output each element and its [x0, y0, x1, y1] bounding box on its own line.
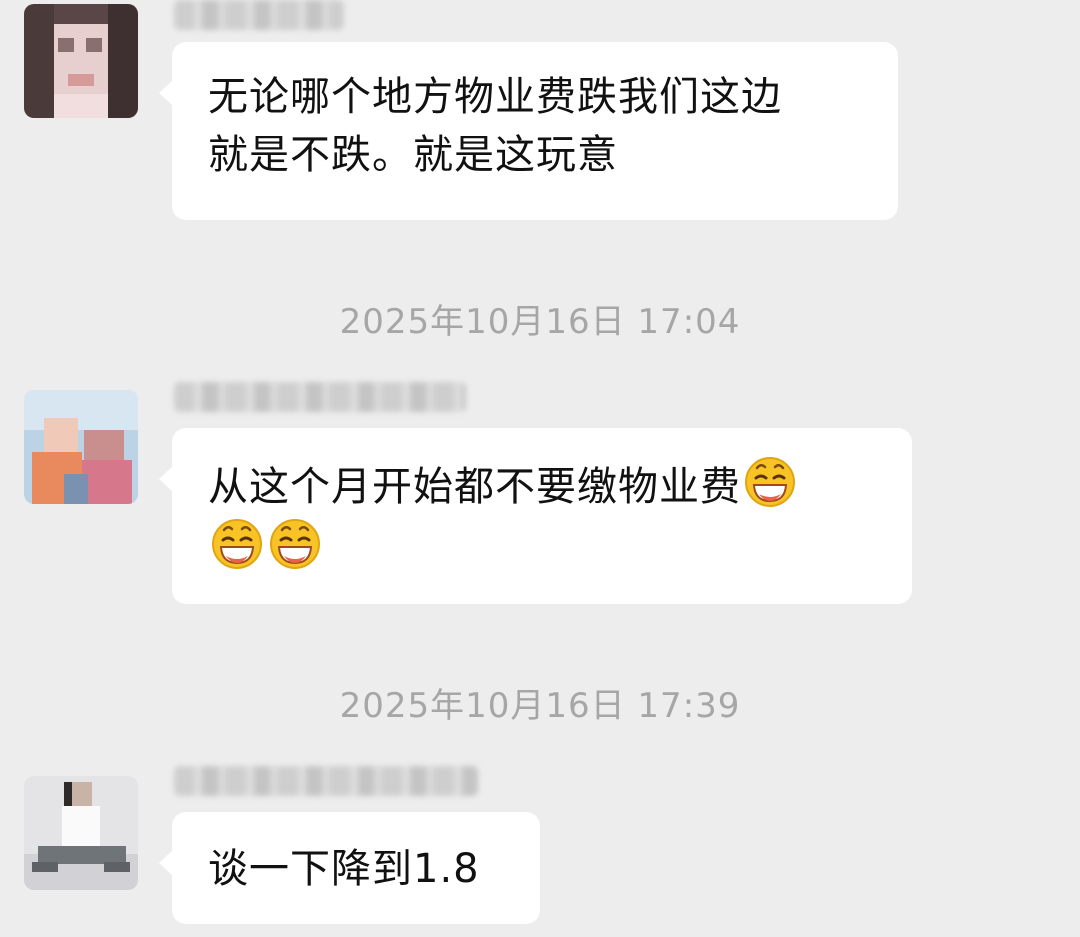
message-line: 无论哪个地方物业费跌我们这边 [208, 74, 782, 120]
sitting-person-avatar-icon [24, 776, 138, 890]
message-bubble-3[interactable]: 谈一下降到1.8 [159, 812, 540, 924]
sender-name-blurred [174, 382, 466, 412]
message-line: 从这个月开始都不要缴物业费 [208, 454, 878, 516]
sender-avatar-2[interactable] [24, 390, 138, 504]
blurred-group-photo-avatar-icon [24, 390, 138, 504]
grinning-face-emoji-icon [743, 454, 797, 508]
sender-avatar-3[interactable] [24, 776, 138, 890]
sender-name-blurred [174, 766, 478, 796]
timestamp: 2025年10月16日 17:04 [339, 302, 741, 342]
message-line: 谈一下降到1.8 [208, 846, 480, 892]
message-bubble-1[interactable]: 无论哪个地方物业费跌我们这边 就是不跌。就是这玩意 [159, 42, 898, 220]
sender-name-blurred [174, 0, 344, 30]
message-bubble-2[interactable]: 从这个月开始都不要缴物业费 [159, 428, 912, 604]
timestamp: 2025年10月16日 17:39 [339, 686, 741, 726]
sender-avatar-1[interactable] [24, 4, 138, 118]
message-line [208, 516, 878, 578]
message-text: 从这个月开始都不要缴物业费 [208, 464, 741, 510]
blurred-face-avatar-icon [24, 4, 138, 118]
grinning-face-emoji-icon [210, 516, 264, 570]
message-line: 就是不跌。就是这玩意 [208, 132, 618, 178]
grinning-face-emoji-icon [268, 516, 322, 570]
